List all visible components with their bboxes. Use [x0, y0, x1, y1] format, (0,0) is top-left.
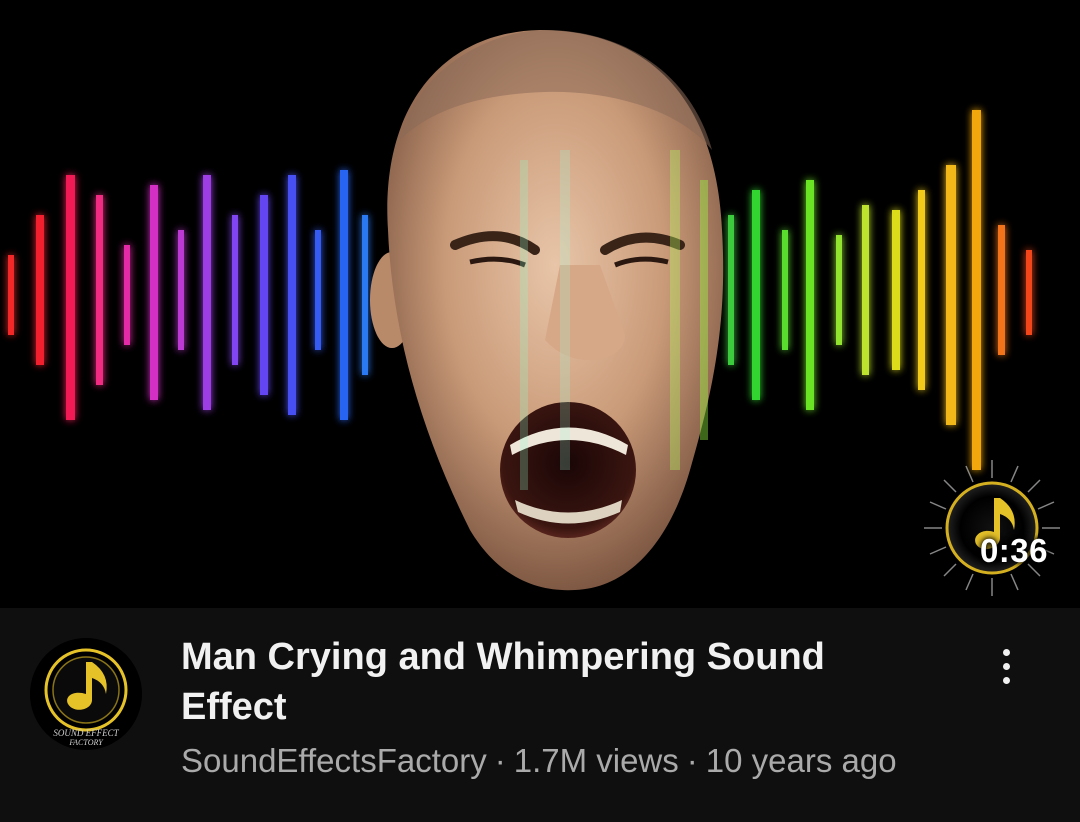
more-vert-icon — [1002, 676, 1010, 684]
video-card[interactable]: 0:36 SOUND EFFECT FACTORY Man Crying and… — [0, 0, 1080, 822]
video-details: SOUND EFFECT FACTORY Man Crying and Whim… — [0, 608, 1080, 822]
svg-text:FACTORY: FACTORY — [68, 738, 104, 747]
more-options-button[interactable] — [984, 638, 1028, 694]
video-duration-badge: 0:36 — [979, 532, 1048, 569]
separator-dot: · — [686, 742, 698, 779]
separator-dot: · — [494, 742, 506, 779]
more-vert-icon — [1002, 662, 1010, 670]
video-title[interactable]: Man Crying and Whimpering Sound Effect — [181, 632, 901, 732]
channel-avatar[interactable]: SOUND EFFECT FACTORY — [30, 638, 142, 750]
view-count: 1.7M views — [513, 742, 679, 779]
video-thumbnail[interactable]: 0:36 — [0, 0, 1080, 608]
video-metadata-line: SoundEffectsFactory · 1.7M views · 10 years … — [181, 742, 897, 780]
channel-logo-music-note-icon: SOUND EFFECT FACTORY — [30, 638, 142, 750]
svg-text:SOUND EFFECT: SOUND EFFECT — [53, 728, 119, 738]
upload-age: 10 years ago — [705, 742, 897, 779]
channel-name[interactable]: SoundEffectsFactory — [181, 742, 487, 779]
thumbnail-image — [0, 0, 1080, 608]
more-vert-icon — [1002, 648, 1010, 656]
